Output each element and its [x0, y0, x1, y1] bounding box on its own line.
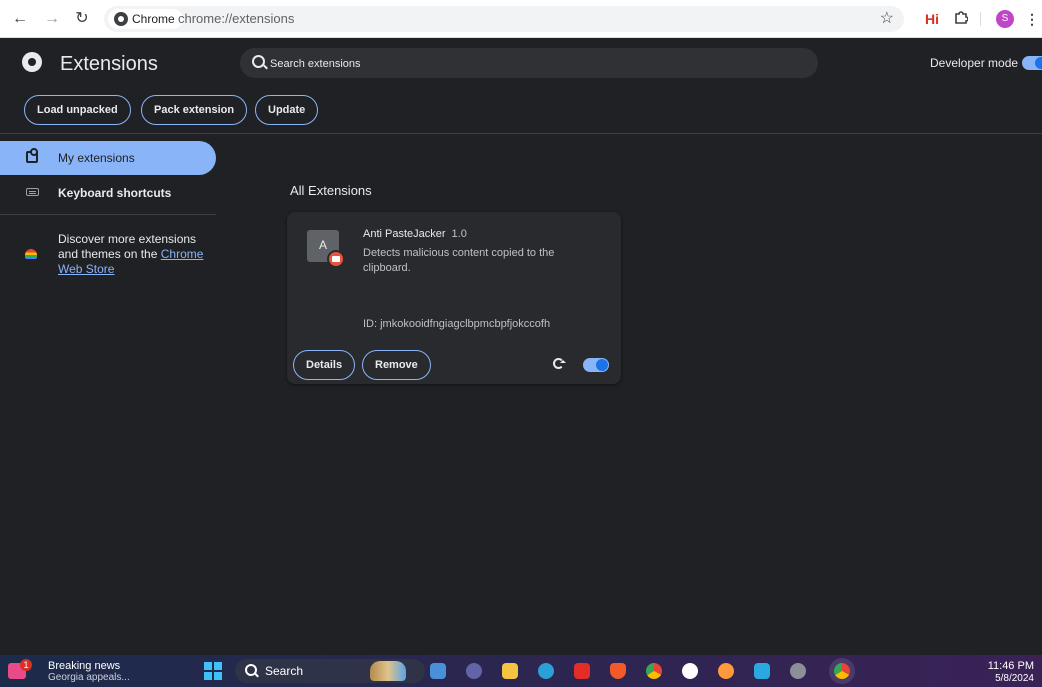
- sidebar-item-label: My extensions: [58, 151, 135, 165]
- extension-description: Detects malicious content copied to the …: [363, 247, 555, 274]
- discover-text: Discover more extensions and themes on t…: [58, 232, 218, 277]
- hi-extension-icon[interactable]: Hi: [925, 9, 939, 29]
- edge-icon[interactable]: [538, 663, 554, 679]
- url-text[interactable]: chrome://extensions: [178, 9, 294, 29]
- address-bar[interactable]: Chrome chrome://extensions ☆: [104, 6, 904, 32]
- sidebar-divider: [0, 214, 216, 215]
- search-highlight-icon: [370, 661, 406, 681]
- page-title: Extensions: [60, 53, 158, 75]
- developer-mode-toggle[interactable]: [1022, 56, 1042, 70]
- folder-icon[interactable]: [502, 663, 518, 679]
- extension-card: A Anti PasteJacker 1.0 Detects malicious …: [287, 212, 621, 384]
- profile-avatar[interactable]: S: [996, 10, 1014, 28]
- toolbar-separator: [980, 12, 981, 26]
- more-menu-icon[interactable]: ⋮: [1025, 9, 1039, 29]
- remove-button[interactable]: Remove: [362, 350, 431, 380]
- extension-name-line: Anti PasteJacker 1.0: [363, 228, 467, 240]
- brave-icon[interactable]: [610, 663, 626, 679]
- app-icon[interactable]: [754, 663, 770, 679]
- details-button[interactable]: Details: [293, 350, 356, 380]
- extension-name: Anti PasteJacker: [363, 228, 446, 240]
- settings-icon[interactable]: [790, 663, 806, 679]
- chrome-logo-icon: [22, 52, 42, 72]
- search-icon: [252, 55, 265, 68]
- youtube-icon[interactable]: [574, 663, 590, 679]
- forward-icon[interactable]: →: [42, 9, 62, 29]
- browser-toolbar: ← → ↻ Chrome chrome://extensions ☆ Hi S …: [0, 0, 1042, 38]
- extension-version: 1.0: [451, 228, 467, 240]
- extension-id: ID: jmkokooidfngiagclbpmcbpfjokccofh: [363, 318, 551, 330]
- load-unpacked-button[interactable]: Load unpacked: [24, 95, 131, 125]
- extension-enable-toggle[interactable]: [583, 358, 609, 372]
- reload-page-icon[interactable]: ↻: [72, 9, 92, 29]
- news-subtitle[interactable]: Georgia appeals...: [48, 672, 130, 683]
- news-badge: 1: [20, 659, 32, 671]
- windows-start-icon[interactable]: [204, 662, 222, 680]
- reload-extension-icon[interactable]: [553, 358, 566, 369]
- camera-badge-icon: [327, 250, 345, 268]
- news-title[interactable]: Breaking news: [48, 660, 120, 672]
- puzzle-icon: [955, 11, 969, 24]
- sidebar-item-my-extensions[interactable]: My extensions: [0, 141, 216, 175]
- clock-date[interactable]: 5/8/2024: [995, 673, 1034, 684]
- search-icon: [245, 664, 257, 676]
- search-input[interactable]: [268, 53, 772, 75]
- keyboard-icon: [26, 188, 39, 196]
- teams-icon[interactable]: [466, 663, 482, 679]
- chrome-logo-icon: [114, 12, 128, 26]
- maps-icon[interactable]: [682, 663, 698, 679]
- web-store-icon: [25, 249, 37, 259]
- sidebar-item-keyboard-shortcuts[interactable]: Keyboard shortcuts: [0, 176, 216, 210]
- chrome-active-icon[interactable]: [834, 663, 850, 679]
- firefox-icon[interactable]: [718, 663, 734, 679]
- section-title: All Extensions: [290, 183, 372, 198]
- windows-taskbar: 1 Breaking news Georgia appeals... Searc…: [0, 655, 1042, 687]
- file-explorer-icon[interactable]: [430, 663, 446, 679]
- clock-time[interactable]: 11:46 PM: [988, 660, 1034, 672]
- sidebar-item-label: Keyboard shortcuts: [58, 186, 172, 200]
- update-button[interactable]: Update: [255, 95, 319, 125]
- extensions-header: Extensions Developer mode Load unpacked …: [0, 38, 1042, 134]
- developer-mode-label: Developer mode: [930, 56, 1019, 70]
- back-icon[interactable]: ←: [10, 9, 30, 29]
- extensions-menu-icon[interactable]: [952, 9, 970, 29]
- bookmark-star-icon[interactable]: ☆: [880, 8, 894, 28]
- site-chip-label: Chrome: [132, 12, 175, 26]
- pack-extension-button[interactable]: Pack extension: [141, 95, 248, 125]
- search-bar[interactable]: [240, 48, 818, 78]
- taskbar-search-label: Search: [265, 664, 304, 678]
- puzzle-icon: [26, 148, 38, 163]
- site-chip[interactable]: Chrome: [108, 9, 183, 29]
- chrome-icon[interactable]: [646, 663, 662, 679]
